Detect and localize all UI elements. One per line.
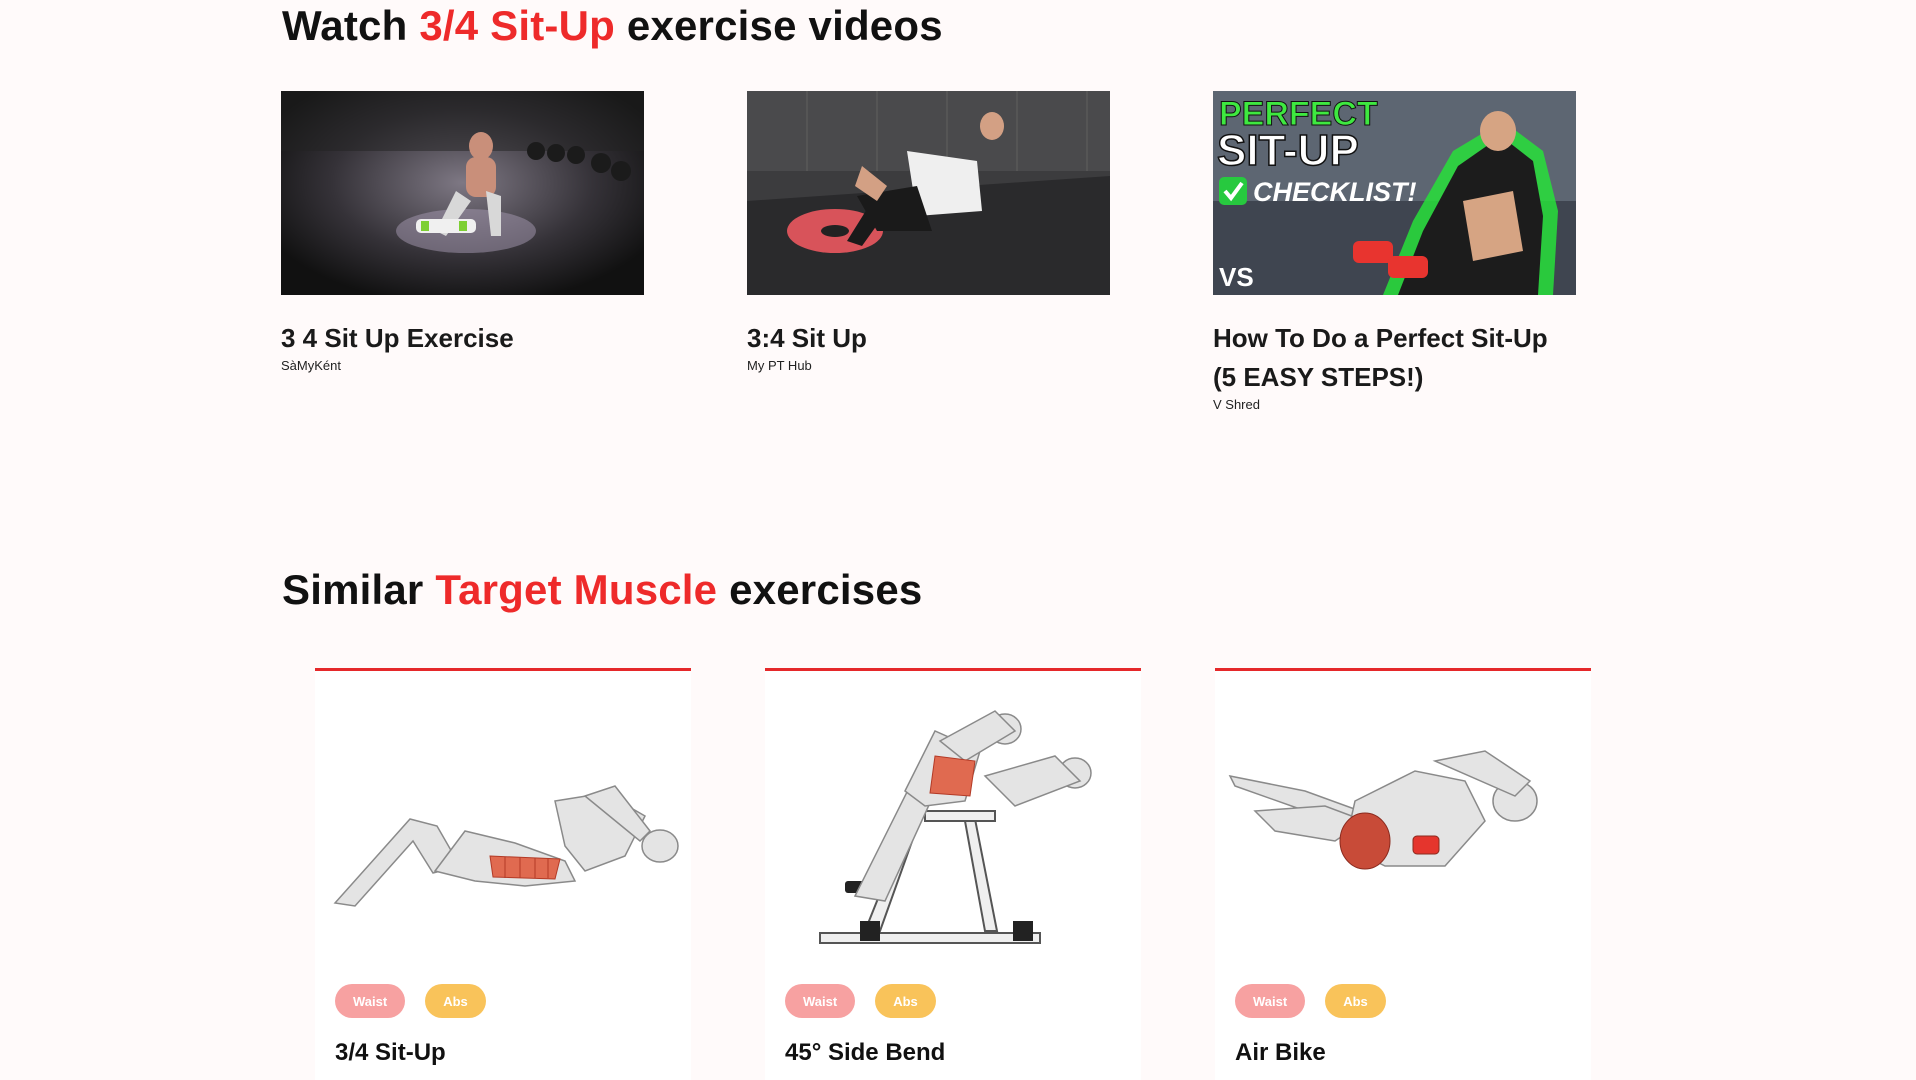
video-channel: My PT Hub: [747, 358, 812, 373]
video-channel: V Shred: [1213, 397, 1260, 412]
exercise-illustration: [765, 681, 1141, 981]
video-thumbnail[interactable]: [747, 91, 1110, 295]
tag-waist[interactable]: Waist: [335, 984, 406, 1018]
title-accent: Target Muscle: [435, 566, 718, 613]
exercise-illustration: [315, 681, 691, 981]
exercise-card[interactable]: Waist Abs Air Bike: [1215, 668, 1591, 1080]
exercise-card[interactable]: Waist Abs 3/4 Sit-Up: [315, 668, 691, 1080]
video-thumbnail[interactable]: PERFECT SIT-UP CHECKLIST! VS: [1213, 91, 1576, 295]
exercise-illustration: [1215, 681, 1591, 981]
tag-list: Waist Abs: [1235, 984, 1386, 1018]
svg-text:SIT-UP: SIT-UP: [1217, 126, 1359, 175]
exercise-name[interactable]: 45° Side Bend: [785, 1039, 945, 1067]
exercise-card[interactable]: Waist Abs 45° Side Bend: [765, 668, 1141, 1080]
title-suffix: exercises: [717, 566, 923, 613]
video-channel: SàMyKént: [281, 358, 341, 373]
video-thumbnail[interactable]: [281, 91, 644, 295]
title-accent: 3/4 Sit-Up: [419, 2, 616, 49]
tag-waist[interactable]: Waist: [1235, 984, 1306, 1018]
similar-section-title: Similar Target Muscle exercises: [282, 566, 922, 614]
tag-list: Waist Abs: [785, 984, 936, 1018]
title-suffix: exercise videos: [615, 2, 943, 49]
page: Watch 3/4 Sit-Up exercise videos 3 4 Sit…: [0, 0, 1916, 1080]
svg-text:VS: VS: [1219, 262, 1254, 292]
video-title[interactable]: 3:4 Sit Up: [747, 319, 1110, 358]
video-card[interactable]: PERFECT SIT-UP CHECKLIST! VS How To Do a…: [1213, 91, 1576, 412]
tag-list: Waist Abs: [335, 984, 486, 1018]
video-card[interactable]: 3 4 Sit Up Exercise SàMyKént: [281, 91, 644, 373]
svg-text:CHECKLIST!: CHECKLIST!: [1253, 177, 1417, 207]
video-title[interactable]: How To Do a Perfect Sit-Up (5 EASY STEPS…: [1213, 319, 1576, 397]
tag-abs[interactable]: Abs: [875, 984, 936, 1018]
exercise-name[interactable]: 3/4 Sit-Up: [335, 1039, 446, 1067]
video-title[interactable]: 3 4 Sit Up Exercise: [281, 319, 644, 358]
title-prefix: Similar: [282, 566, 436, 613]
tag-waist[interactable]: Waist: [785, 984, 856, 1018]
videos-section-title: Watch 3/4 Sit-Up exercise videos: [282, 2, 943, 50]
tag-abs[interactable]: Abs: [425, 984, 486, 1018]
video-card[interactable]: 3:4 Sit Up My PT Hub: [747, 91, 1110, 373]
tag-abs[interactable]: Abs: [1325, 984, 1386, 1018]
exercise-name[interactable]: Air Bike: [1235, 1039, 1326, 1067]
title-prefix: Watch: [282, 2, 420, 49]
